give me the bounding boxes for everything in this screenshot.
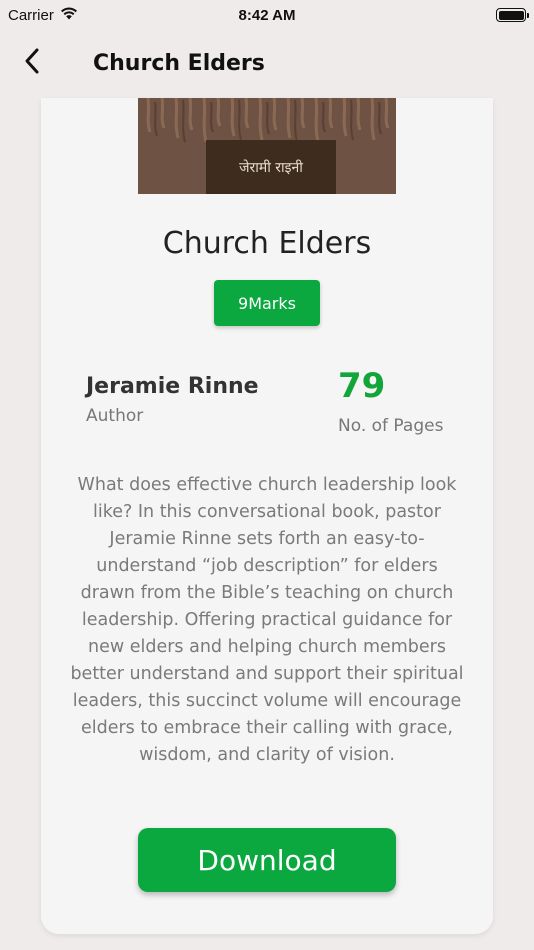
- download-button[interactable]: Download: [138, 828, 396, 892]
- status-left: Carrier: [8, 6, 78, 24]
- page-count-caption: No. of Pages: [338, 416, 444, 436]
- status-time: 8:42 AM: [238, 6, 296, 24]
- status-bar: Carrier 8:42 AM: [0, 0, 534, 30]
- back-button[interactable]: [12, 43, 52, 83]
- book-detail-card: जेरामी राइनी Church Elders 9Marks Jerami…: [41, 98, 493, 934]
- book-cover-image: जेरामी राइनी: [138, 98, 396, 194]
- chevron-left-icon: [23, 47, 41, 79]
- page-count: 79: [338, 366, 386, 406]
- nav-title: Church Elders: [93, 50, 265, 76]
- carrier-label: Carrier: [8, 6, 54, 24]
- author-caption: Author: [86, 406, 144, 426]
- wifi-icon: [60, 6, 78, 24]
- publisher-badge[interactable]: 9Marks: [214, 280, 320, 326]
- book-description: What does effective church leadership lo…: [70, 475, 464, 765]
- author-name: Jeramie Rinne: [86, 374, 259, 399]
- battery-fill: [498, 10, 524, 20]
- battery-icon: [496, 8, 529, 22]
- navigation-bar: Church Elders: [0, 38, 534, 88]
- cover-author-text: जेरामी राइनी: [206, 140, 336, 194]
- book-title: Church Elders: [162, 226, 372, 261]
